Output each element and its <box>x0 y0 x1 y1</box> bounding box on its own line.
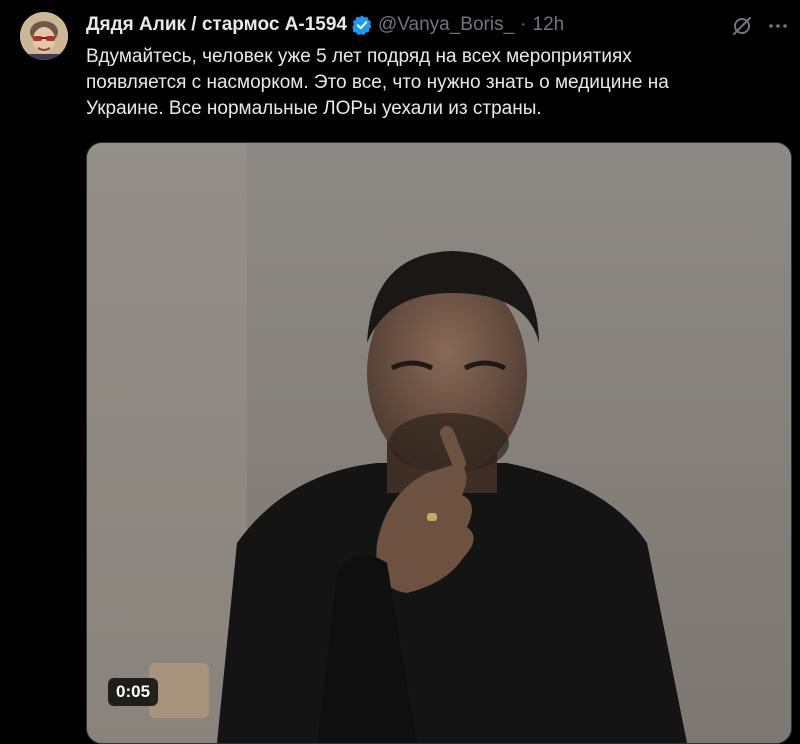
tweet[interactable]: Дядя Алик / стармос А-1594 @Vanya_Boris_… <box>0 0 800 744</box>
avatar-image <box>20 12 68 60</box>
more-icon[interactable] <box>766 14 790 38</box>
tweet-text-line: Украине. Все нормальные ЛОРы уехали из с… <box>86 98 542 119</box>
tweet-timestamp[interactable]: 12h <box>533 14 565 36</box>
author-handle[interactable]: @Vanya_Boris_ <box>378 14 514 36</box>
author-name[interactable]: Дядя Алик / стармос А-1594 <box>86 14 347 36</box>
video-frame <box>87 143 791 743</box>
tweet-text: Вдумайтесь, человек уже 5 лет подряд на … <box>86 44 776 122</box>
video-player[interactable] <box>86 142 792 744</box>
tweet-header: Дядя Алик / стармос А-1594 @Vanya_Boris_… <box>86 12 564 38</box>
tweet-text-line: появляется с насморком. Это все, что нуж… <box>86 72 669 93</box>
verified-badge-icon <box>351 14 373 36</box>
video-duration-badge: 0:05 <box>108 678 159 706</box>
grok-icon[interactable] <box>730 14 754 38</box>
tweet-text-line: Вдумайтесь, человек уже 5 лет подряд на … <box>86 46 632 67</box>
separator-dot: · <box>520 14 527 35</box>
avatar[interactable] <box>20 12 68 60</box>
